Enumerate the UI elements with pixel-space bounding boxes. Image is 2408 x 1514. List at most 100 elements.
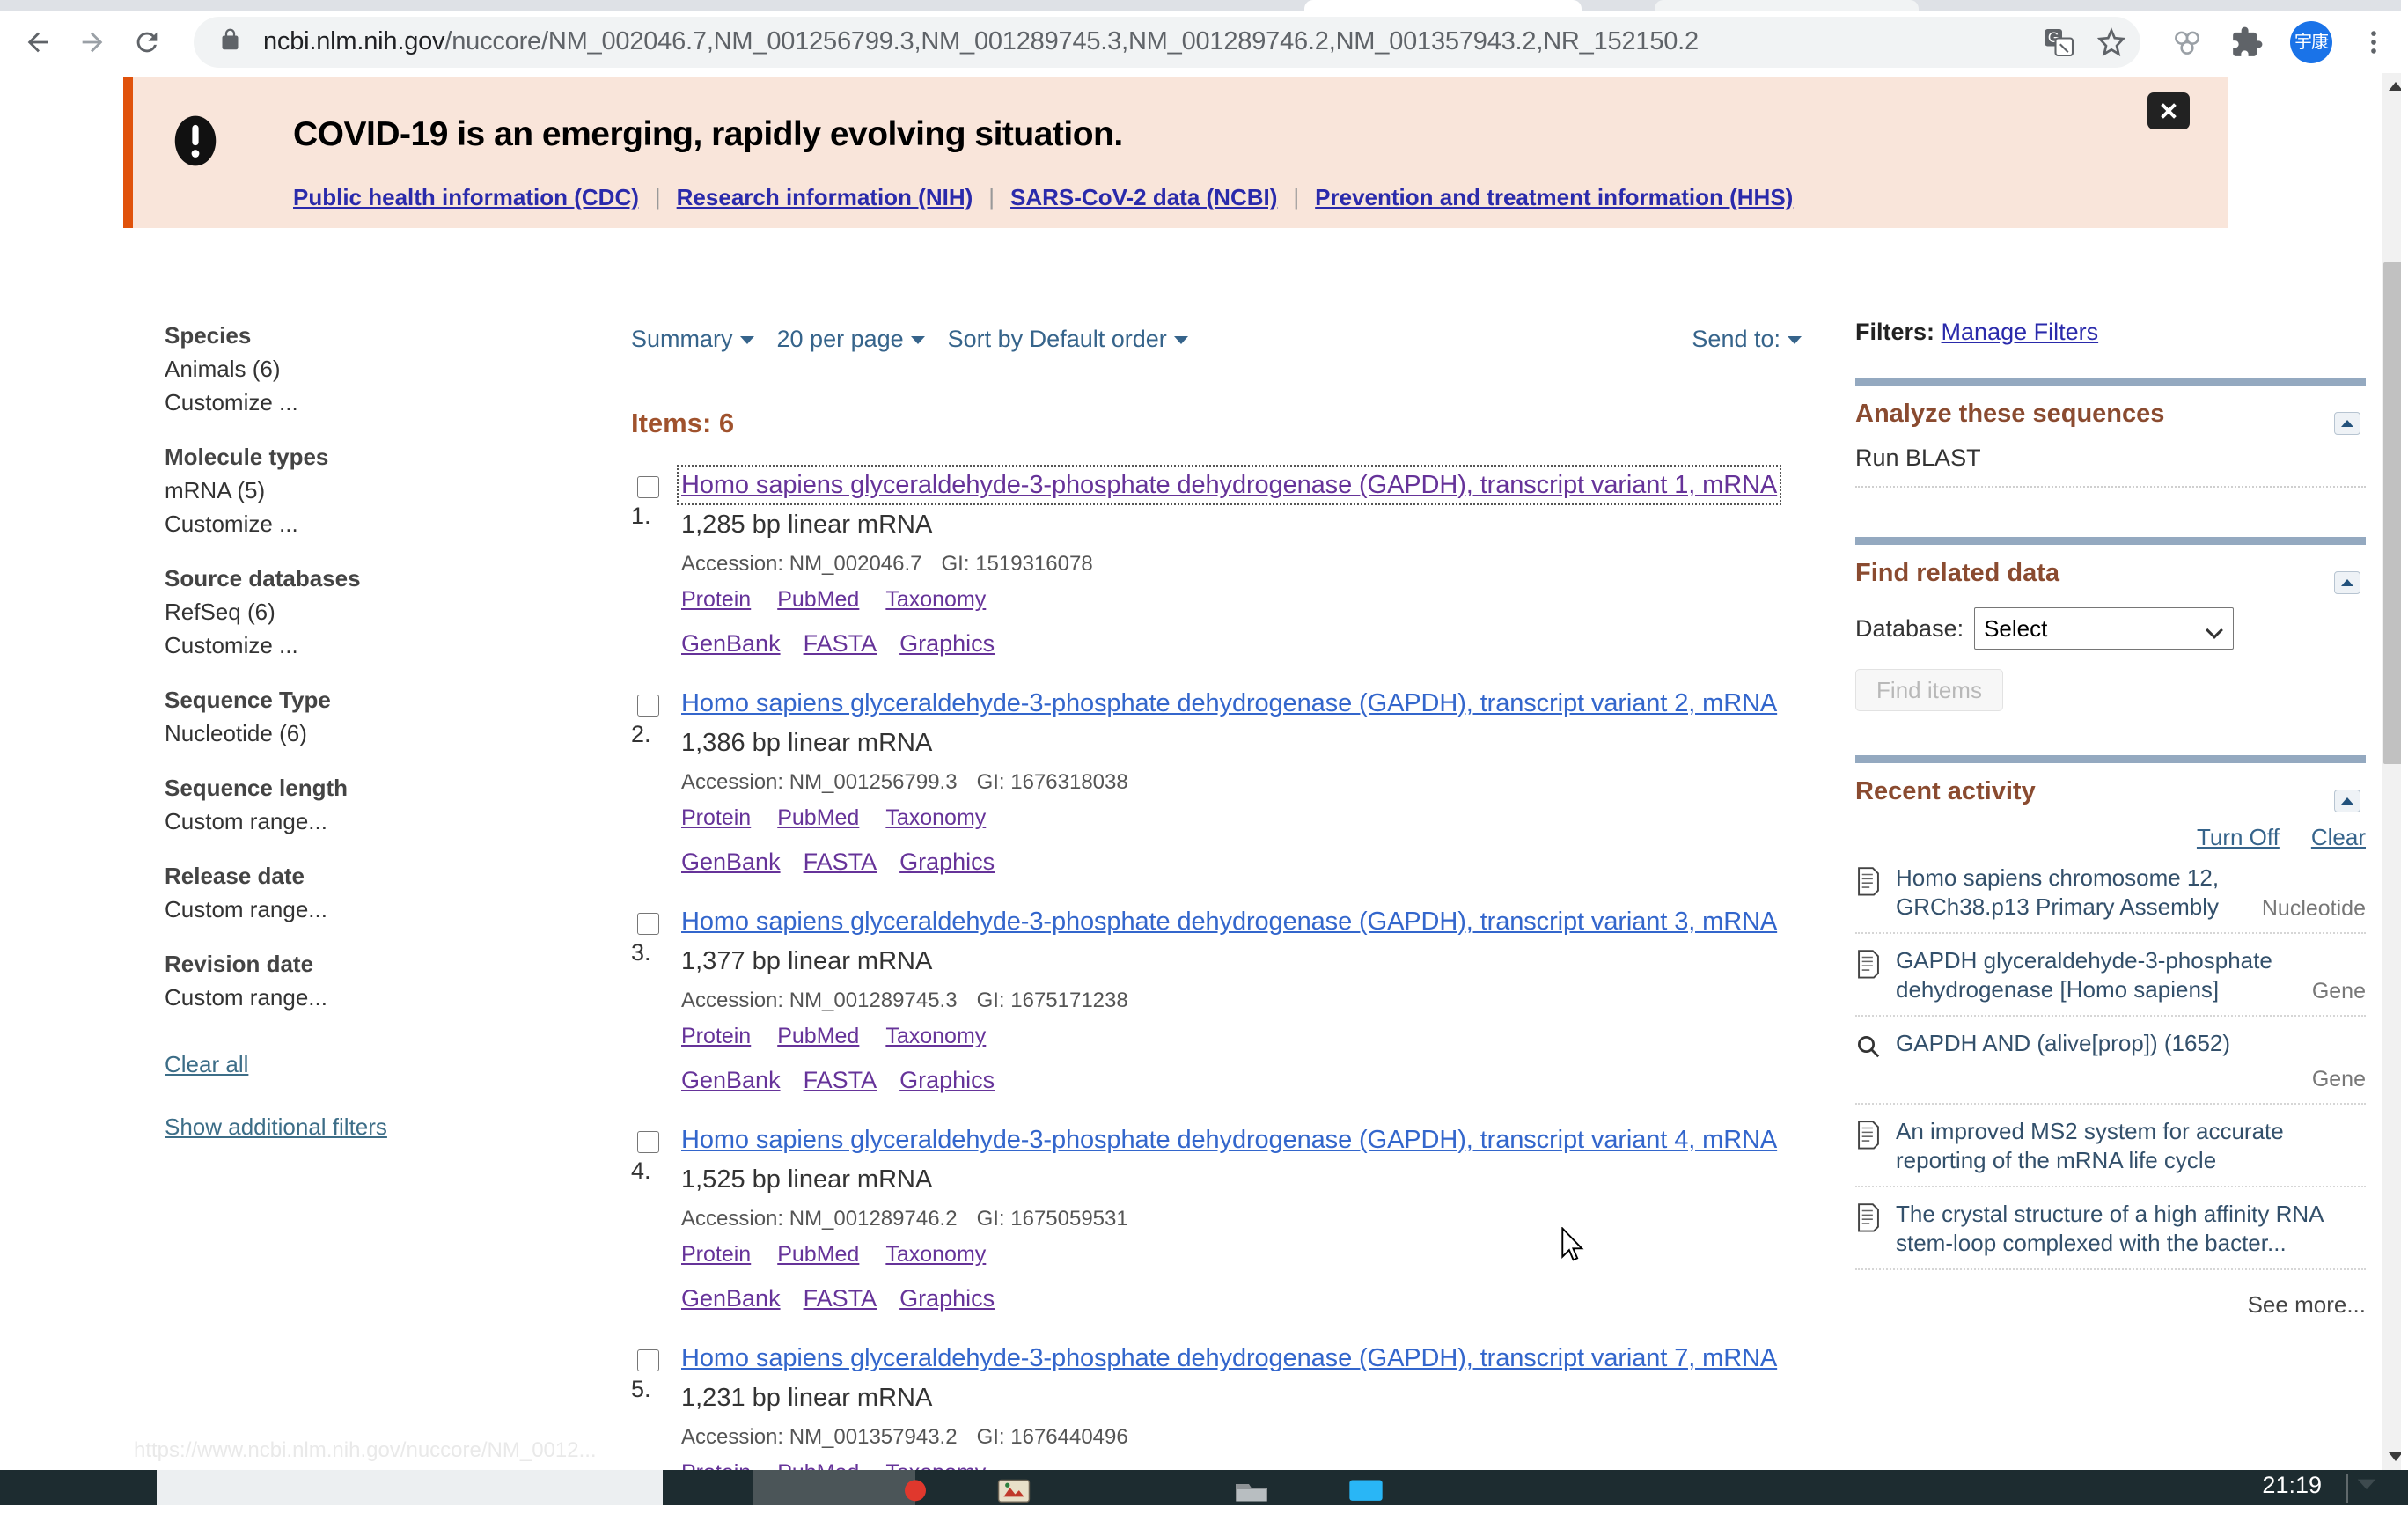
result-link-pubmed[interactable]: PubMed <box>777 805 859 831</box>
result-link-taxonomy[interactable]: Taxonomy <box>885 1242 986 1268</box>
manage-filters-link[interactable]: Manage Filters <box>1942 319 2099 345</box>
result-link-pubmed[interactable]: PubMed <box>777 587 859 613</box>
recent-activity-database: Gene <box>2300 979 2366 1004</box>
result-checkbox[interactable] <box>637 695 659 717</box>
send-to-menu[interactable]: Send to: <box>1692 326 1802 353</box>
taskbar-app-icon-browser[interactable] <box>1347 1479 1387 1514</box>
display-format-menu[interactable]: Summary <box>631 326 754 353</box>
clear-all-filters-link[interactable]: Clear all <box>165 1051 517 1078</box>
result-title-link[interactable]: Homo sapiens glyceraldehyde-3-phosphate … <box>681 469 1777 501</box>
puzzle-piece-icon[interactable] <box>2230 26 2264 59</box>
facet-option[interactable]: mRNA (5) <box>165 474 517 507</box>
turn-off-link[interactable]: Turn Off <box>2197 824 2280 851</box>
result-link-protein[interactable]: Protein <box>681 805 751 831</box>
result-link-pubmed[interactable]: PubMed <box>777 1242 859 1268</box>
result-link-protein[interactable]: Protein <box>681 1242 751 1268</box>
document-icon <box>1855 946 1896 986</box>
show-additional-filters-link[interactable]: Show additional filters <box>165 1113 517 1141</box>
covid-link-cdc[interactable]: Public health information (CDC) <box>293 184 639 211</box>
facet-custom-range[interactable]: Custom range... <box>165 981 517 1014</box>
result-link-protein[interactable]: Protein <box>681 1024 751 1049</box>
three-dot-menu-icon[interactable] <box>2359 27 2389 57</box>
forward-arrow-icon[interactable] <box>65 15 120 70</box>
facet-option[interactable]: Nucleotide (6) <box>165 717 517 750</box>
result-link-graphics[interactable]: Graphics <box>899 1285 995 1312</box>
close-icon[interactable] <box>2147 92 2190 129</box>
covid-link-ncbi[interactable]: SARS-CoV-2 data (NCBI) <box>1010 184 1277 211</box>
chevron-down-icon[interactable] <box>2355 1477 2396 1512</box>
result-link-taxonomy[interactable]: Taxonomy <box>885 1024 986 1049</box>
star-icon[interactable] <box>2095 26 2128 59</box>
per-page-menu[interactable]: 20 per page <box>777 326 925 353</box>
recent-activity-item[interactable]: GAPDH glyceraldehyde-3-phosphate dehydro… <box>1855 934 2366 1017</box>
taskbar-app-icon-media[interactable] <box>995 1479 1035 1514</box>
run-blast-link[interactable]: Run BLAST <box>1855 445 2366 472</box>
result-link-protein[interactable]: Protein <box>681 1460 751 1470</box>
result-link-pubmed[interactable]: PubMed <box>777 1460 859 1470</box>
result-item: 1. Homo sapiens glyceraldehyde-3-phospha… <box>631 469 1802 658</box>
result-link-pubmed[interactable]: PubMed <box>777 1024 859 1049</box>
result-link-genbank[interactable]: GenBank <box>681 1067 781 1094</box>
collapse-caret-up-icon[interactable] <box>2334 790 2360 812</box>
result-link-genbank[interactable]: GenBank <box>681 849 781 876</box>
covid-link-hhs[interactable]: Prevention and treatment information (HH… <box>1315 184 1793 211</box>
result-link-taxonomy[interactable]: Taxonomy <box>885 1460 986 1470</box>
facet-option[interactable]: Animals (6) <box>165 352 517 386</box>
result-link-graphics[interactable]: Graphics <box>899 630 995 658</box>
taskbar-app-icon-record[interactable] <box>898 1479 938 1514</box>
facet-customize[interactable]: Customize ... <box>165 628 517 662</box>
result-link-fasta[interactable]: FASTA <box>804 1067 877 1094</box>
taskbar-window-button[interactable] <box>752 1470 915 1505</box>
analyze-sequences-section: Analyze these sequences Run BLAST <box>1855 400 2366 488</box>
result-checkbox[interactable] <box>637 1131 659 1153</box>
recent-activity-item[interactable]: The crystal structure of a high affinity… <box>1855 1187 2366 1270</box>
result-title-link[interactable]: Homo sapiens glyceraldehyde-3-phosphate … <box>681 687 1777 719</box>
translate-icon[interactable]: G <box>2044 26 2075 58</box>
recent-activity-item[interactable]: GAPDH AND (alive[prop]) (1652) Gene <box>1855 1017 2366 1105</box>
see-more-link[interactable]: See more... <box>1855 1291 2366 1319</box>
recent-activity-item[interactable]: An improved MS2 system for accurate repo… <box>1855 1105 2366 1187</box>
covid-link-nih[interactable]: Research information (NIH) <box>677 184 973 211</box>
collapse-caret-up-icon[interactable] <box>2334 571 2360 594</box>
avatar[interactable]: 宇康 <box>2290 21 2332 63</box>
facet-customize[interactable]: Customize ... <box>165 507 517 540</box>
result-link-genbank[interactable]: GenBank <box>681 1285 781 1312</box>
find-items-button[interactable]: Find items <box>1855 669 2003 711</box>
result-link-graphics[interactable]: Graphics <box>899 849 995 876</box>
reload-icon[interactable] <box>120 15 174 70</box>
result-link-taxonomy[interactable]: Taxonomy <box>885 587 986 613</box>
address-bar[interactable]: ncbi.nlm.nih.gov/nuccore/NM_002046.7,NM_… <box>194 17 2140 68</box>
result-link-taxonomy[interactable]: Taxonomy <box>885 805 986 831</box>
result-link-fasta[interactable]: FASTA <box>804 849 877 876</box>
accession-value: NM_001357943.2 <box>789 1425 958 1449</box>
result-link-protein[interactable]: Protein <box>681 587 751 613</box>
result-checkbox[interactable] <box>637 1349 659 1371</box>
result-title-link[interactable]: Homo sapiens glyceraldehyde-3-phosphate … <box>681 1342 1777 1374</box>
share-icon[interactable] <box>2170 26 2204 59</box>
facet-option[interactable]: RefSeq (6) <box>165 595 517 628</box>
taskbar-app-icon-files[interactable] <box>1232 1479 1273 1514</box>
browser-tab-inactive[interactable] <box>1655 0 1919 11</box>
result-title-link[interactable]: Homo sapiens glyceraldehyde-3-phosphate … <box>681 1124 1777 1156</box>
collapse-caret-up-icon[interactable] <box>2334 412 2360 435</box>
clear-link[interactable]: Clear <box>2311 824 2366 851</box>
result-link-fasta[interactable]: FASTA <box>804 630 877 658</box>
send-to-label: Send to: <box>1692 326 1780 352</box>
recent-activity-item[interactable]: Homo sapiens chromosome 12, GRCh38.p13 P… <box>1855 851 2366 934</box>
facet-custom-range[interactable]: Custom range... <box>165 893 517 926</box>
facet-customize[interactable]: Customize ... <box>165 386 517 419</box>
result-title-link[interactable]: Homo sapiens glyceraldehyde-3-phosphate … <box>681 906 1777 937</box>
result-related-links: Protein PubMed Taxonomy <box>681 1460 1802 1470</box>
database-select[interactable]: Select <box>1974 607 2234 650</box>
result-link-fasta[interactable]: FASTA <box>804 1285 877 1312</box>
back-arrow-icon[interactable] <box>11 15 65 70</box>
result-link-genbank[interactable]: GenBank <box>681 630 781 658</box>
sort-menu[interactable]: Sort by Default order <box>948 326 1188 353</box>
browser-tab-active[interactable] <box>1304 0 1582 11</box>
facet-custom-range[interactable]: Custom range... <box>165 805 517 838</box>
result-checkbox[interactable] <box>637 913 659 935</box>
taskbar-launcher-area[interactable] <box>157 1470 663 1505</box>
result-checkbox[interactable] <box>637 476 659 498</box>
analyze-sequences-heading: Analyze these sequences <box>1855 400 2366 429</box>
result-link-graphics[interactable]: Graphics <box>899 1067 995 1094</box>
